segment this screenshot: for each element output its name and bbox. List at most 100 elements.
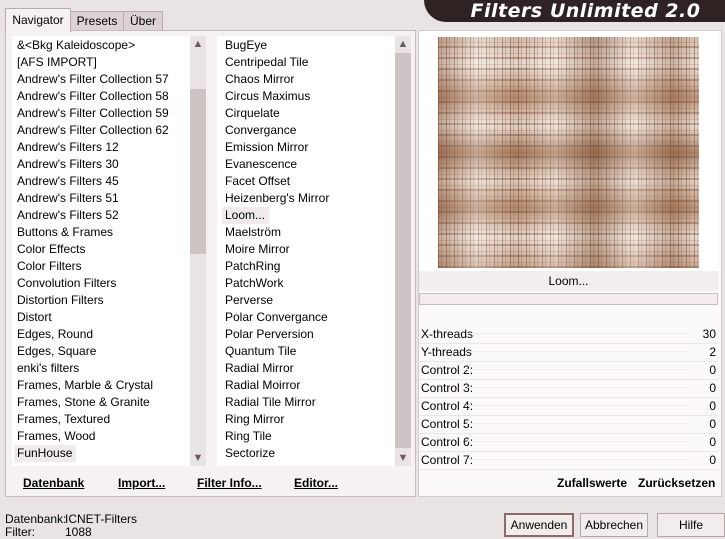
control-value[interactable]: 0 (709, 397, 716, 415)
filter-item[interactable]: Maelström (222, 224, 394, 241)
control-value[interactable]: 0 (709, 361, 716, 379)
category-item[interactable]: Color Filters (14, 258, 190, 275)
category-item[interactable]: Buttons & Frames (14, 224, 190, 241)
category-item[interactable]: Frames, Stone & Granite (14, 394, 190, 411)
control-value[interactable]: 0 (709, 433, 716, 451)
filter-scrollbar[interactable]: ▲ ▼ (395, 36, 411, 466)
filter-list[interactable]: BugEye Centripedal Tile Chaos Mirror Circus… (222, 37, 394, 465)
control-row[interactable]: X-threads 30 (419, 325, 718, 344)
control-slider[interactable] (467, 459, 688, 460)
category-item[interactable]: Andrew's Filters 45 (14, 173, 190, 190)
preview-image[interactable] (438, 37, 699, 268)
category-item[interactable]: FunHouse (14, 445, 77, 462)
control-row[interactable]: Control 2: 0 (419, 361, 718, 380)
filter-item[interactable]: Heizenberg's Mirror (222, 190, 394, 207)
filter-scroll-thumb[interactable] (395, 53, 411, 448)
control-value[interactable]: 30 (703, 325, 716, 343)
control-slider[interactable] (467, 333, 688, 334)
filter-item[interactable]: Cirquelate (222, 105, 394, 122)
control-row[interactable]: Control 3: 0 (419, 379, 718, 398)
tab-navigator[interactable]: Navigator (5, 8, 71, 32)
zufallswerte-button[interactable]: Zufallswerte (557, 476, 627, 491)
category-item[interactable]: Andrew's Filters 52 (14, 207, 190, 224)
control-value[interactable]: 2 (709, 343, 716, 361)
filter-item[interactable]: Loom... (222, 207, 270, 224)
filter-item[interactable]: Evanescence (222, 156, 394, 173)
category-item[interactable]: Edges, Round (14, 326, 190, 343)
filter-item[interactable]: Quantum Tile (222, 343, 394, 360)
category-item[interactable]: Frames, Textured (14, 411, 190, 428)
control-value[interactable]: 0 (709, 451, 716, 469)
filter-item[interactable]: Radial Mirror (222, 360, 394, 377)
filter-item[interactable]: Emission Mirror (222, 139, 394, 156)
title-banner: Filters Unlimited 2.0 (424, 0, 725, 22)
control-slider[interactable] (467, 441, 688, 442)
control-slider[interactable] (467, 351, 688, 352)
filter-item[interactable]: Radial Tile Mirror (222, 394, 394, 411)
filter-item[interactable]: Polar Convergance (222, 309, 394, 326)
control-slider[interactable] (467, 369, 688, 370)
scroll-up-icon[interactable]: ▲ (190, 36, 206, 52)
filter-item[interactable]: Ring Tile (222, 428, 394, 445)
control-slider[interactable] (467, 423, 688, 424)
cancel-button[interactable]: Abbrechen (580, 513, 648, 537)
category-item[interactable]: Edges, Square (14, 343, 190, 360)
filter-item[interactable]: BugEye (222, 37, 394, 54)
control-value[interactable]: 0 (709, 415, 716, 433)
filter-item[interactable]: Circus Maximus (222, 88, 394, 105)
filter-item[interactable]: Sectorize (222, 445, 394, 462)
filter-item[interactable]: Ring Mirror (222, 411, 394, 428)
control-row[interactable]: Y-threads 2 (419, 343, 718, 362)
datenbank-button[interactable]: Datenbank (23, 476, 84, 491)
import-button[interactable]: Import... (118, 476, 165, 491)
filter-item[interactable]: PatchWork (222, 275, 394, 292)
category-item[interactable]: Convolution Filters (14, 275, 190, 292)
category-item[interactable]: &<Bkg Kaleidoscope> (14, 37, 190, 54)
control-slider[interactable] (467, 405, 688, 406)
scroll-down-icon[interactable]: ▼ (395, 450, 411, 466)
filter-item[interactable]: Shimmer Mirror (222, 462, 394, 465)
control-row[interactable]: Control 7: 0 (419, 451, 718, 470)
category-item[interactable]: Andrew's Filters 30 (14, 156, 190, 173)
filter-item[interactable]: Centripedal Tile (222, 54, 394, 71)
category-item[interactable]: Andrew's Filters 51 (14, 190, 190, 207)
category-item[interactable]: Andrew's Filter Collection 57 (14, 71, 190, 88)
control-row[interactable]: Control 4: 0 (419, 397, 718, 416)
zuruecksetzen-button[interactable]: Zurücksetzen (638, 476, 715, 491)
scroll-up-icon[interactable]: ▲ (395, 36, 411, 52)
category-item[interactable]: Distort (14, 309, 190, 326)
category-item[interactable]: [AFS IMPORT] (14, 54, 190, 71)
category-item[interactable]: Distortion Filters (14, 292, 190, 309)
category-item[interactable]: enki's filters (14, 360, 190, 377)
filter-item[interactable]: Chaos Mirror (222, 71, 394, 88)
control-row[interactable]: Control 6: 0 (419, 433, 718, 452)
filter-item[interactable]: Perverse (222, 292, 394, 309)
apply-button[interactable]: Anwenden (504, 513, 574, 537)
editor-button[interactable]: Editor... (294, 476, 338, 491)
category-item[interactable]: Andrew's Filter Collection 58 (14, 88, 190, 105)
category-scroll-thumb[interactable] (190, 89, 206, 254)
category-item[interactable]: Color Effects (14, 241, 190, 258)
category-list[interactable]: &<Bkg Kaleidoscope> [AFS IMPORT] Andrew's … (14, 37, 190, 465)
category-item[interactable]: Frames, Marble & Crystal (14, 377, 190, 394)
filter-item[interactable]: Convergance (222, 122, 394, 139)
filter-item[interactable]: Facet Offset (222, 173, 394, 190)
control-slider[interactable] (467, 387, 688, 388)
category-item[interactable]: Frames, Wood (14, 428, 190, 445)
control-value[interactable]: 0 (709, 379, 716, 397)
filter-item[interactable]: Polar Perversion (222, 326, 394, 343)
category-item[interactable]: Andrew's Filter Collection 59 (14, 105, 190, 122)
tab-uber[interactable]: Über (123, 11, 163, 31)
category-item[interactable]: Andrew's Filter Collection 62 (14, 122, 190, 139)
category-scrollbar[interactable]: ▲ ▼ (190, 36, 206, 466)
control-row[interactable]: Control 5: 0 (419, 415, 718, 434)
filter-info-button[interactable]: Filter Info... (197, 476, 262, 491)
tab-presets[interactable]: Presets (70, 11, 124, 31)
help-button[interactable]: Hilfe (657, 513, 725, 537)
filter-item[interactable]: PatchRing (222, 258, 394, 275)
category-item[interactable]: Andrew's Filters 12 (14, 139, 190, 156)
scroll-down-icon[interactable]: ▼ (190, 450, 206, 466)
filter-item[interactable]: Radial Moirror (222, 377, 394, 394)
filter-item[interactable]: Moire Mirror (222, 241, 394, 258)
category-item[interactable]: Gradients (14, 462, 190, 465)
